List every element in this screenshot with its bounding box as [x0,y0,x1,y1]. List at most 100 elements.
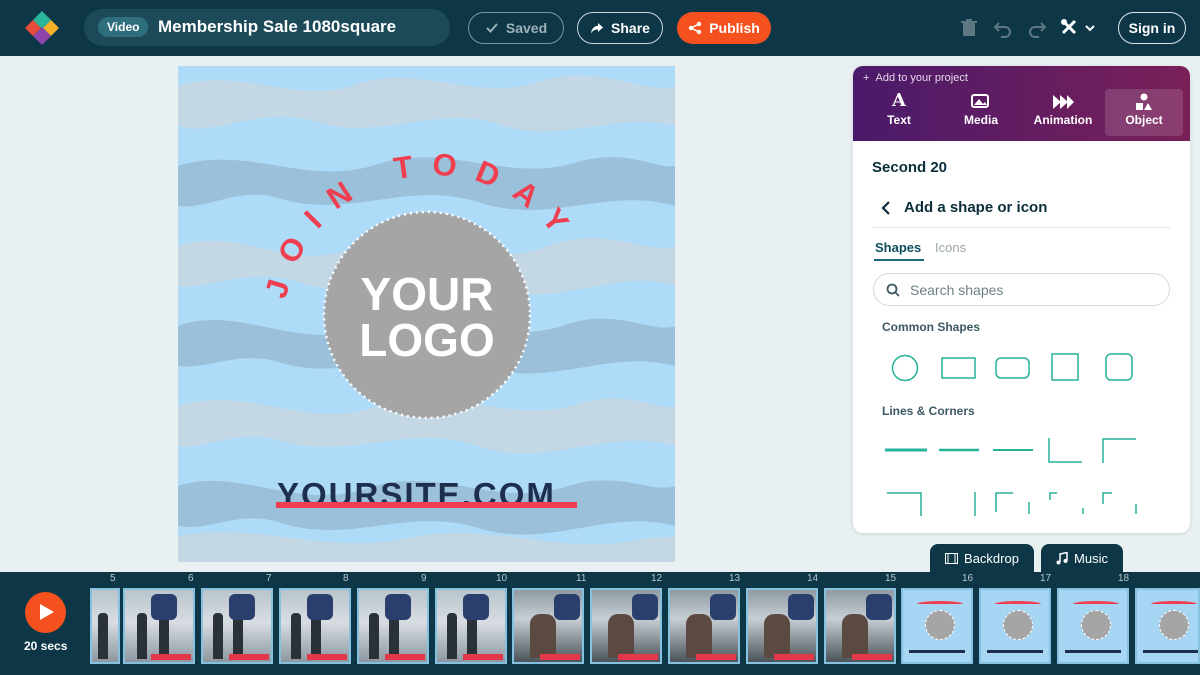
timeline-tick-16: 16 [962,573,974,584]
animation-icon [1024,89,1102,113]
timeline-thumbnail[interactable] [668,588,740,664]
timeline-thumbnail[interactable] [512,588,584,664]
section-title: Second 20 [872,159,948,176]
timeline-thumbnail[interactable] [1135,588,1200,664]
subtab-icons[interactable]: Icons [935,240,966,255]
saved-button[interactable]: Saved [468,12,564,44]
line-thick-shape[interactable] [885,448,927,452]
tab-animation[interactable]: Animation [1024,89,1102,136]
publish-share-icon [689,21,702,35]
object-icon [1105,89,1183,113]
corner-bottom-left-shape[interactable] [1048,438,1084,464]
lines-corners-heading: Lines & Corners [882,404,975,418]
timeline-tick-15: 15 [885,573,897,584]
film-icon [945,552,959,564]
play-button[interactable] [25,592,66,633]
document-title[interactable]: Membership Sale 1080square [158,17,396,37]
corner-dashed-shape[interactable] [995,492,1031,516]
timeline-tick-17: 17 [1040,573,1052,584]
tools-menu-icon[interactable] [1060,18,1096,38]
trash-icon[interactable] [959,18,979,38]
undo-icon[interactable] [993,18,1013,38]
divider [873,227,1170,228]
search-shapes-field[interactable]: Search shapes [873,273,1170,306]
music-note-icon [1056,551,1068,564]
square-shape[interactable] [1051,353,1079,381]
object-panel: + Add to your project A Text Media Anima… [853,66,1190,533]
add-to-project-label: + Add to your project [863,72,968,84]
publish-button[interactable]: Publish [677,12,771,44]
tab-text[interactable]: A Text [860,89,938,136]
timeline-thumbnail[interactable] [90,588,120,664]
music-label: Music [1074,550,1108,566]
tab-text-label: Text [887,113,911,127]
timeline-thumbnail[interactable] [746,588,818,664]
tab-media-label: Media [963,113,998,127]
backdrop-tab[interactable]: Backdrop [930,544,1034,572]
timeline-tick-10: 10 [496,573,508,584]
site-url-text[interactable]: YOURSITE.COM [277,476,556,514]
media-icon [942,89,1020,113]
check-icon [486,23,498,33]
vertical-line-shape[interactable] [973,492,977,516]
corner-dotted-shape[interactable] [1049,492,1085,516]
timeline-thumbnail[interactable] [357,588,429,664]
add-to-project-text: Add to your project [875,72,968,84]
redo-icon[interactable] [1027,18,1047,38]
backdrop-label: Backdrop [964,550,1019,566]
timeline-thumbnail[interactable] [901,588,973,664]
site-underline [276,502,577,508]
rounded-square-shape[interactable] [1105,353,1133,381]
timeline-tick-18: 18 [1118,573,1130,584]
timeline-thumbnail[interactable] [1057,588,1129,664]
tab-animation-label: Animation [1033,113,1093,127]
timeline-tick-8: 8 [343,573,349,584]
subtab-shapes[interactable]: Shapes [875,240,921,255]
subtab-active-indicator [874,259,924,261]
timeline-thumbnail[interactable] [279,588,351,664]
duration-label: 20 secs [24,639,68,653]
share-label: Share [611,20,650,36]
timeline-thumbnail[interactable] [590,588,662,664]
timeline-thumbnail[interactable] [979,588,1051,664]
search-icon [886,283,900,297]
app-logo-icon[interactable] [24,10,60,46]
search-placeholder: Search shapes [910,282,1004,298]
music-tab[interactable]: Music [1041,544,1123,572]
timeline-tick-11: 11 [576,573,587,584]
tab-object[interactable]: Object [1105,89,1183,136]
timeline-tick-12: 12 [651,573,663,584]
timeline-tick-6: 6 [188,573,194,584]
video-badge: Video [98,17,149,37]
share-button[interactable]: Share [577,12,663,44]
logo-text-line1: YOUR [361,268,494,320]
timeline-tick-9: 9 [421,573,427,584]
tab-object-label: Object [1125,113,1163,127]
rectangle-shape[interactable] [941,357,977,379]
timeline-tick-14: 14 [807,573,819,584]
timeline-thumbnail[interactable] [435,588,507,664]
circle-shape[interactable] [891,354,919,382]
publish-label: Publish [709,20,760,36]
sign-in-button[interactable]: Sign in [1118,12,1186,44]
corner-top-left-shape[interactable] [1102,438,1138,464]
share-arrow-icon [591,22,604,33]
common-shapes-heading: Common Shapes [882,320,981,334]
back-chevron-icon[interactable] [881,201,891,215]
timeline-tick-7: 7 [266,573,272,584]
logo-text-line2: LOGO [359,314,494,366]
timeline-tick-13: 13 [729,573,741,584]
corner-bracket-shape[interactable] [1102,492,1138,516]
text-icon: A [892,90,906,111]
line-medium-shape[interactable] [939,448,979,452]
timeline-thumbnail[interactable] [824,588,896,664]
rounded-rectangle-shape[interactable] [995,357,1031,379]
timeline-thumbnail[interactable] [123,588,195,664]
tab-media[interactable]: Media [942,89,1020,136]
timeline-thumbnail[interactable] [201,588,273,664]
timeline-tick-5: 5 [110,573,116,584]
corner-top-right-shape[interactable] [887,492,923,516]
saved-label: Saved [505,20,548,36]
line-thin-shape[interactable] [993,448,1033,452]
subtitle-add-shape: Add a shape or icon [904,199,1048,216]
